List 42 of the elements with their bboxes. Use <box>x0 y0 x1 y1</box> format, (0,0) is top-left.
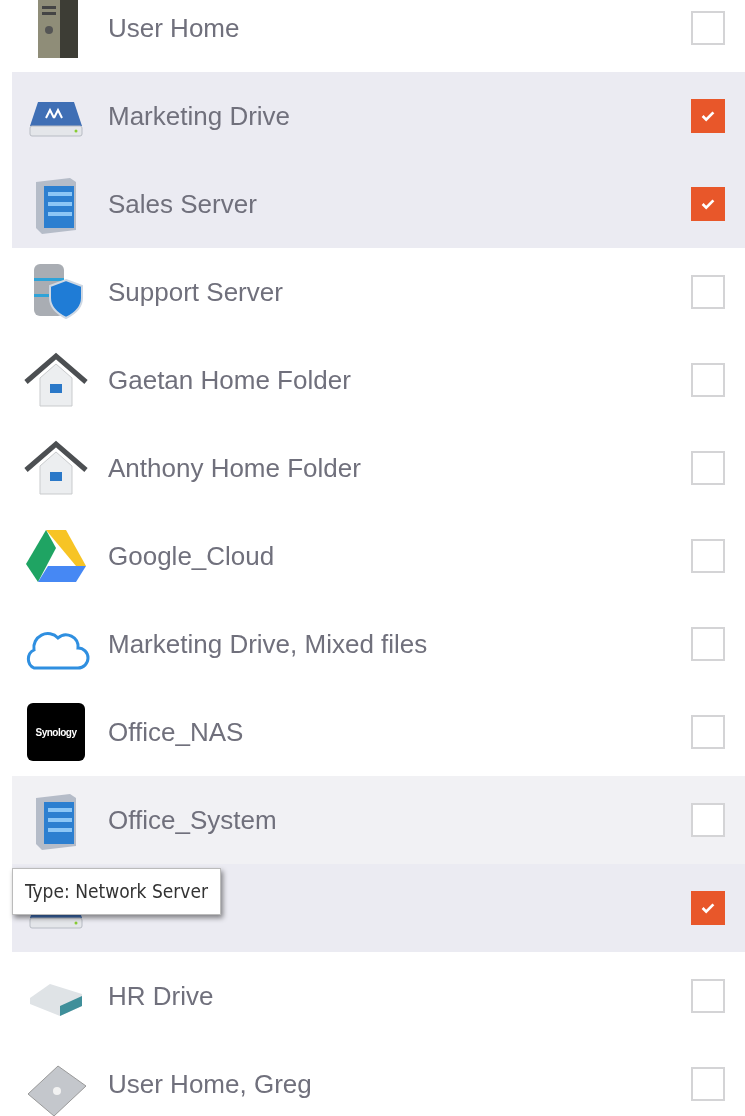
checkbox[interactable] <box>691 803 725 837</box>
checkbox[interactable] <box>691 275 725 309</box>
server-tower-icon <box>38 0 78 58</box>
hard-drive-icon <box>30 984 82 1016</box>
server-shield-icon <box>34 264 83 319</box>
item-label: Sales Server <box>108 187 257 221</box>
drive-triangle-icon <box>26 530 86 582</box>
item-label: HR Drive <box>108 979 214 1013</box>
nas-logo-icon: Synology <box>27 703 85 761</box>
checkbox[interactable] <box>691 539 725 573</box>
list-row[interactable]: Office_System <box>12 776 745 864</box>
checkbox[interactable] <box>691 11 725 45</box>
checkbox[interactable] <box>691 715 725 749</box>
cloud-icon <box>26 632 90 670</box>
checkbox[interactable] <box>691 891 725 925</box>
item-label: Google_Cloud <box>108 539 275 573</box>
tooltip: Type: Network Server <box>12 868 221 915</box>
list-row[interactable]: Marketing Drive <box>12 72 745 160</box>
item-label: Gaetan Home Folder <box>108 363 351 397</box>
checkbox[interactable] <box>691 99 725 133</box>
item-label: User Home, Greg <box>108 1067 312 1101</box>
checkbox[interactable] <box>691 451 725 485</box>
laptop-icon <box>27 1065 87 1116</box>
server-icon <box>36 178 76 234</box>
house-icon <box>24 440 88 495</box>
item-label: Support Server <box>108 275 283 309</box>
network-drive-icon <box>29 102 83 137</box>
list-row[interactable]: Type: Network Server <box>12 864 745 952</box>
checkbox[interactable] <box>691 187 725 221</box>
item-label: Anthony Home Folder <box>108 451 361 485</box>
item-label: Office_System <box>108 803 277 837</box>
list-row[interactable]: Sales Server <box>12 160 745 248</box>
checkbox[interactable] <box>691 363 725 397</box>
checkbox[interactable] <box>691 627 725 661</box>
checkbox[interactable] <box>691 979 725 1013</box>
item-label: User Home <box>108 11 240 45</box>
server-icon <box>36 794 76 850</box>
item-label: Office_NAS <box>108 715 244 749</box>
checkbox[interactable] <box>691 1067 725 1101</box>
item-label: Marketing Drive <box>108 99 291 133</box>
item-label: Marketing Drive, Mixed files <box>108 627 428 661</box>
house-icon <box>24 352 88 407</box>
